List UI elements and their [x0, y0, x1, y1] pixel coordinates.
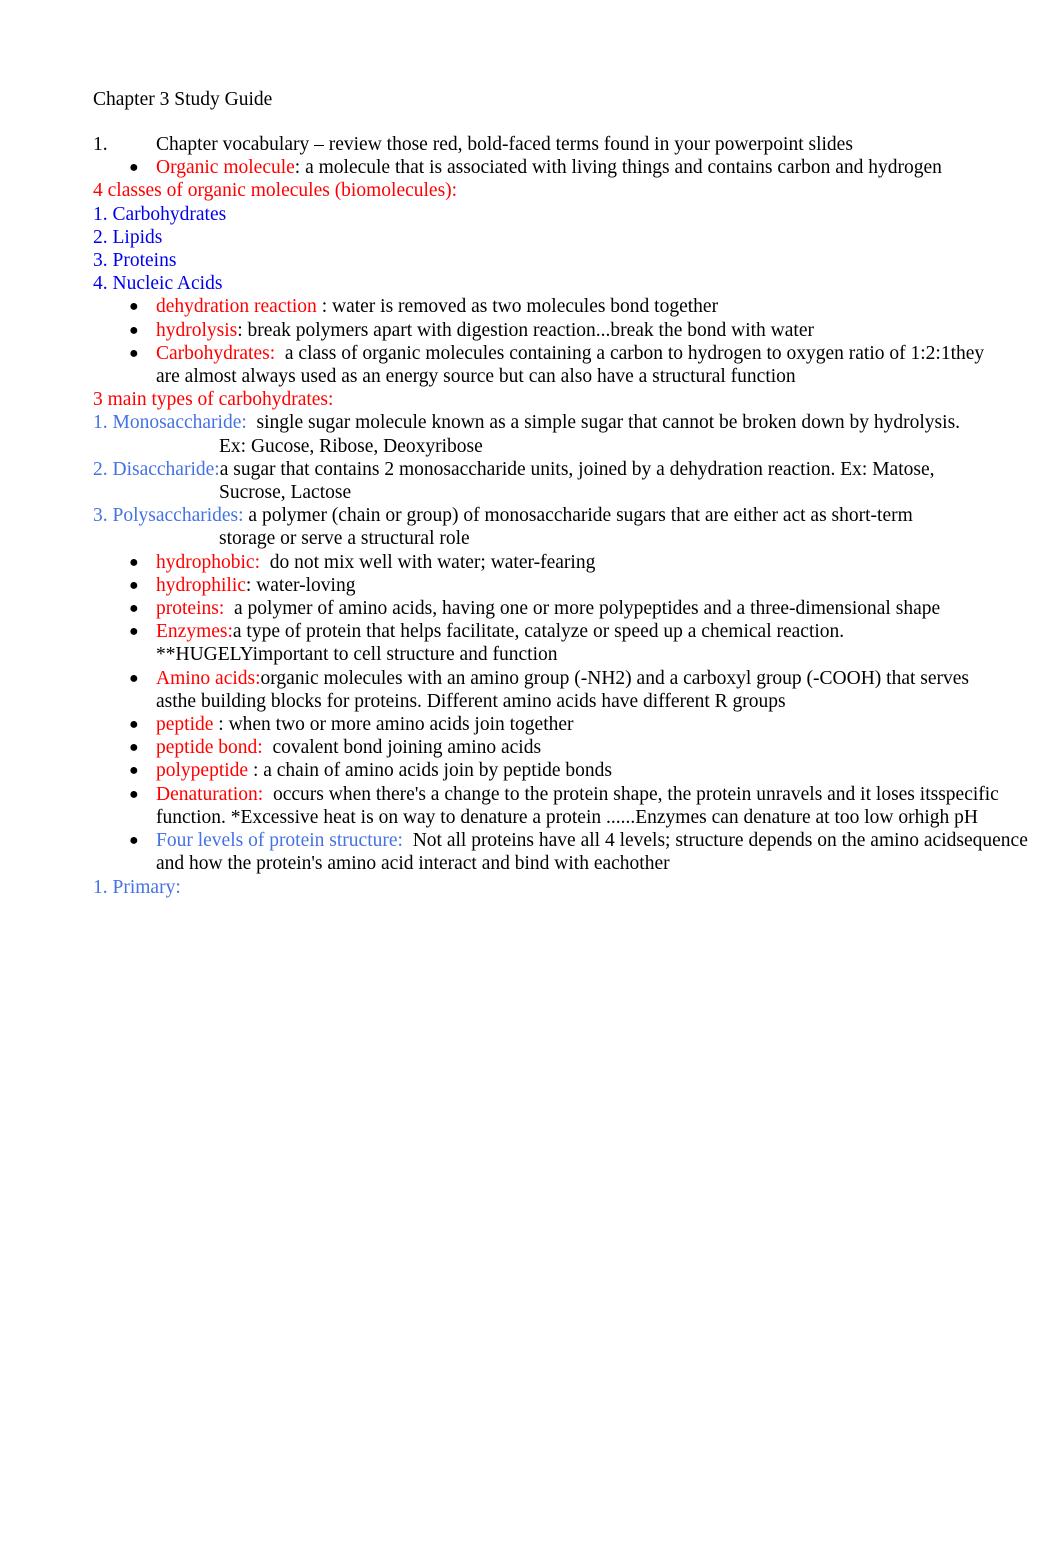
definition-proteins: a polymer of amino acids, having one or … — [229, 598, 941, 620]
definition-monosaccharide: single sugar molecule known as a simple … — [251, 412, 961, 434]
carb-item-monosaccharide: 1. Monosaccharide: single sugar molecule… — [93, 411, 1000, 457]
bullet-dot-icon: ● — [129, 321, 139, 339]
term-hydrophilic: hydrophilic — [156, 574, 246, 596]
bullet-hydrophilic: ● hydrophilic: water-loving — [93, 574, 1000, 597]
outline-item-1-number: 1. — [93, 134, 108, 155]
page-title: Chapter 3 Study Guide — [93, 89, 273, 110]
class-item-proteins: 3. Proteins — [93, 250, 177, 272]
definition-four-levels: Not all proteins have all 4 levels; stru… — [407, 830, 957, 852]
label-disaccharide: 2. Disaccharide: — [93, 458, 220, 480]
class-item-lipids: 2. Lipids — [93, 226, 163, 248]
final-line-primary: 1. Primary: — [93, 876, 181, 898]
bullet-dot-icon: ● — [129, 344, 139, 362]
definition-monosaccharide-line2: Ex: Gucose, Ribose, Deoxyribose — [219, 435, 483, 457]
definition-carbohydrates: a class of organic molecules containing … — [280, 342, 951, 364]
definition-disaccharide-line2: Sucrose, Lactose — [219, 482, 352, 504]
bullet-dehydration-reaction: ● dehydration reaction : water is removed… — [93, 295, 1000, 318]
definition-polypeptide: : a chain of amino acids join by peptide… — [252, 760, 612, 782]
bullet-carbohydrates: ● Carbohydrates: a class of organic molec… — [93, 342, 1000, 388]
heading-3-types-carbohydrates: 3 main types of carbohydrates: — [93, 389, 334, 411]
bullet-hydrolysis: ● hydrolysis: break polymers apart with d… — [93, 319, 1000, 342]
bullet-dot-icon: ● — [129, 623, 139, 641]
heading-4-classes: 4 classes of organic molecules (biomolec… — [93, 180, 458, 202]
term-carbohydrates: Carbohydrates: — [156, 342, 281, 364]
definition-polysaccharides: a polymer (chain or group) of monosaccha… — [248, 505, 913, 527]
bullet-polypeptide: ● polypeptide : a chain of amino acids jo… — [93, 759, 1000, 782]
bullet-dot-icon: ● — [129, 716, 139, 734]
bullet-dot-icon: ● — [129, 669, 139, 687]
bullet-dot-icon: ● — [129, 553, 139, 571]
bullet-denaturation: ● Denaturation: occurs when there's a cha… — [93, 783, 1000, 829]
carb-item-polysaccharides: 3. Polysaccharides: a polymer (chain or … — [93, 504, 1000, 550]
term-proteins: proteins: — [156, 598, 230, 620]
definition-polysaccharides-line2: storage or serve a structural role — [219, 528, 470, 550]
label-monosaccharide: 1. Monosaccharide: — [93, 412, 252, 434]
term-polypeptide: polypeptide — [156, 760, 253, 782]
bullet-proteins: ● proteins: a polymer of amino acids, hav… — [93, 597, 1000, 620]
term-hydrophobic: hydrophobic: — [156, 551, 265, 573]
class-item-nucleic-acids: 4. Nucleic Acids — [93, 273, 223, 295]
bullet-dot-icon: ● — [129, 762, 139, 780]
definition-organic-molecule: : a molecule that is associated with liv… — [294, 157, 942, 179]
bullet-dot-icon: ● — [129, 298, 139, 316]
definition-denaturation-line3: high pH — [914, 806, 979, 828]
term-organic-molecule: Organic molecule — [156, 157, 295, 179]
definition-peptide-bond: covalent bond joining amino acids — [267, 737, 542, 759]
bullet-amino-acids: ● Amino acids:organic molecules with an a… — [93, 667, 1000, 713]
definition-denaturation: occurs when there's a change to the prot… — [268, 783, 939, 805]
definition-hydrolysis: : break polymers apart with digestion re… — [237, 319, 814, 341]
term-hydrolysis: hydrolysis — [156, 319, 238, 341]
bullet-enzymes: ● Enzymes:a type of protein that helps fa… — [93, 620, 1000, 666]
bullet-dot-icon: ● — [129, 832, 139, 850]
definition-enzymes-line2: important to cell structure and function — [252, 644, 558, 666]
term-dehydration-reaction: dehydration reaction — [156, 296, 322, 318]
outline-item-1: 1. Chapter vocabulary – review those red,… — [93, 133, 1000, 156]
definition-disaccharide: a sugar that contains 2 monosaccharide u… — [219, 458, 935, 480]
bullet-dot-icon: ● — [129, 739, 139, 757]
definition-peptide: : when two or more amino acids join toge… — [218, 714, 574, 736]
term-peptide-bond: peptide bond: — [156, 737, 268, 759]
bullet-four-levels-protein-structure: ● Four levels of protein structure: Not a… — [93, 829, 1028, 875]
class-item-carbohydrates: 1. Carbohydrates — [93, 203, 227, 225]
bullet-organic-molecule: ● Organic molecule: a molecule that is as… — [93, 156, 1000, 179]
term-peptide: peptide — [156, 714, 219, 736]
bullet-dot-icon: ● — [129, 785, 139, 803]
definition-hydrophilic: : water-loving — [245, 574, 356, 596]
bullet-dot-icon: ● — [129, 576, 139, 594]
definition-amino-acids-line2: the building blocks for proteins. Differ… — [172, 690, 786, 712]
term-four-levels-protein-structure: Four levels of protein structure: — [156, 830, 408, 852]
outline-item-1-label: Chapter vocabulary – review those red, b… — [156, 134, 853, 155]
definition-hydrophobic: do not mix well with water; water-fearin… — [264, 551, 596, 573]
bullet-peptide: ● peptide : when two or more amino acids … — [93, 713, 1000, 736]
definition-dehydration-reaction: : water is removed as two molecules bond… — [321, 296, 719, 318]
term-amino-acids: Amino acids: — [156, 667, 261, 689]
label-polysaccharides: 3. Polysaccharides: — [93, 505, 249, 527]
bullet-hydrophobic: ● hydrophobic: do not mix well with water… — [93, 551, 1000, 574]
carb-item-disaccharide: 2. Disaccharide:a sugar that contains 2 … — [93, 458, 1000, 504]
bullet-dot-icon: ● — [129, 159, 139, 177]
term-enzymes: Enzymes: — [156, 621, 233, 643]
bullet-peptide-bond: ● peptide bond: covalent bond joining ami… — [93, 736, 1000, 759]
term-denaturation: Denaturation: — [156, 783, 269, 805]
bullet-dot-icon: ● — [129, 600, 139, 618]
document-page: Chapter 3 Study Guide 1. Chapter vocabula… — [0, 0, 1062, 1561]
